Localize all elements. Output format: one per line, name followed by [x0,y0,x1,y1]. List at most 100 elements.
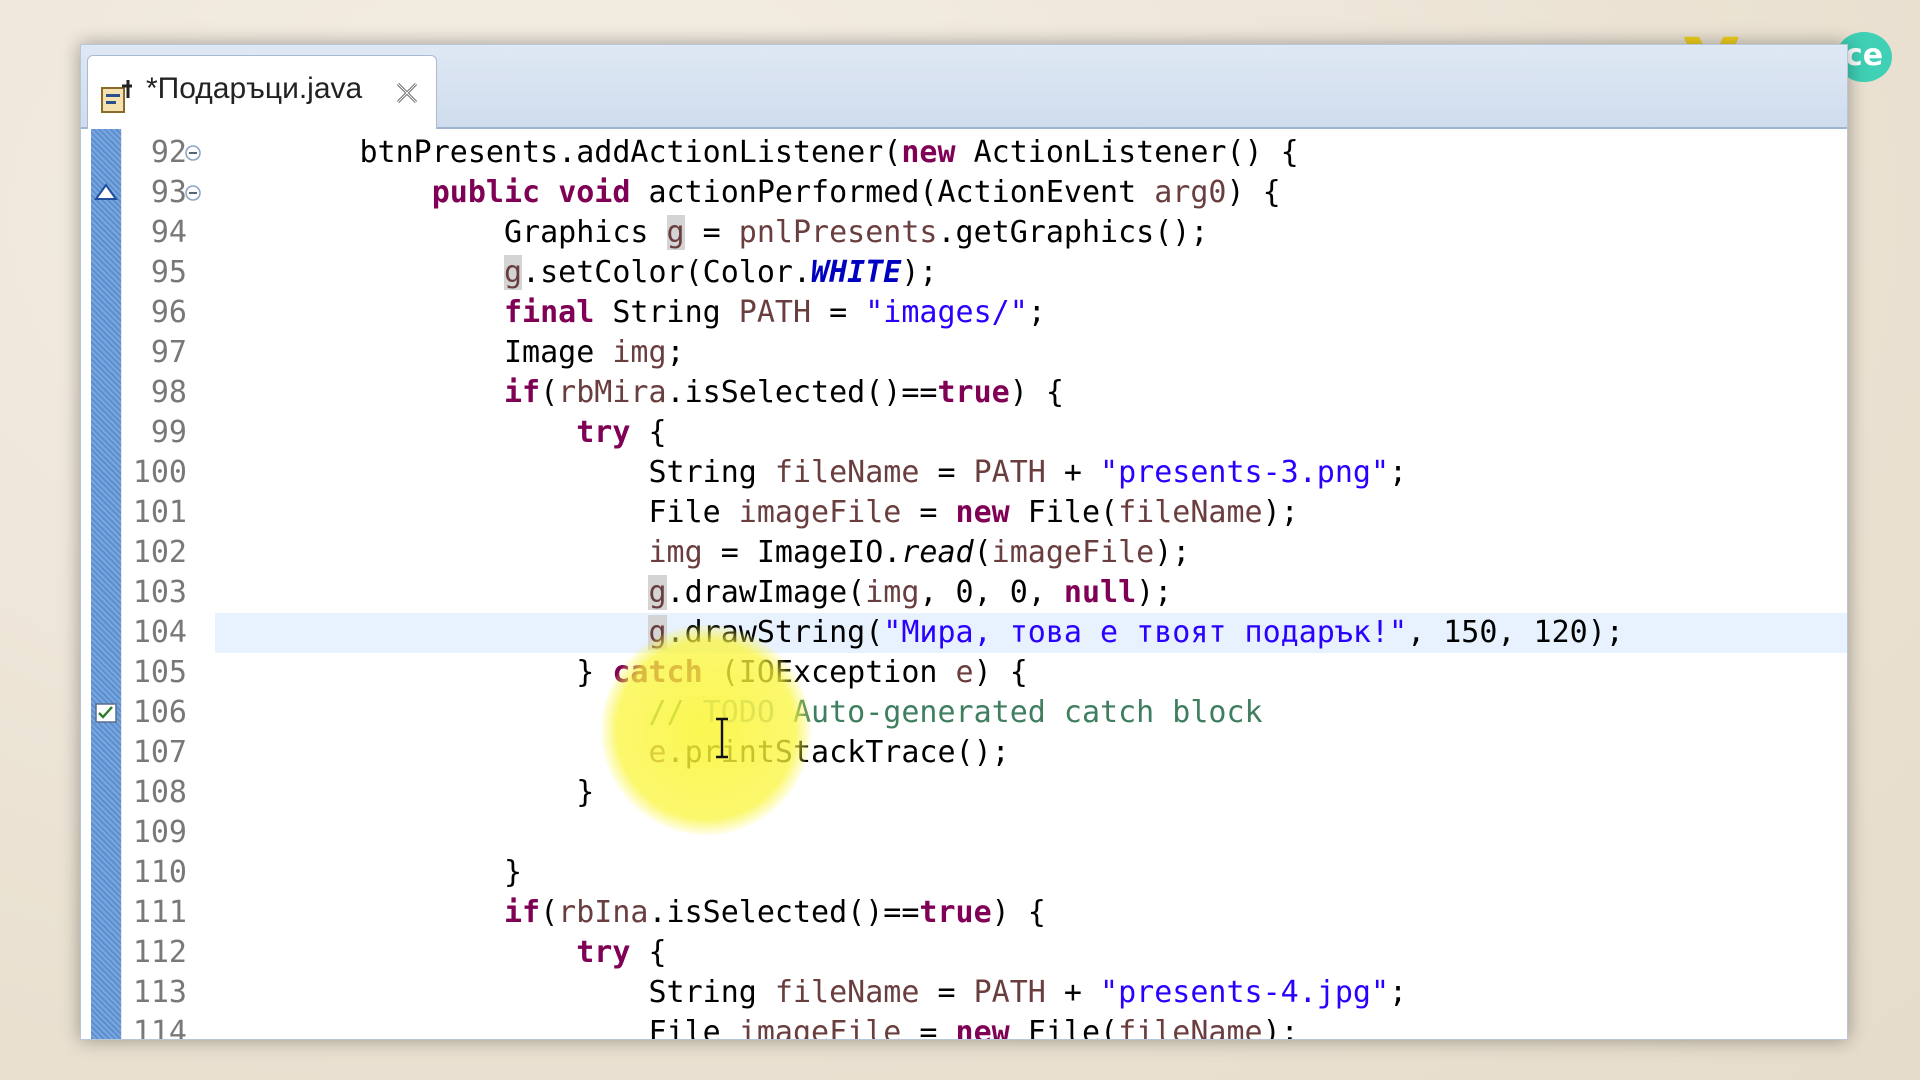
code-text[interactable]: btnPresents.addActionListener(new Action… [215,133,1299,173]
code-text[interactable]: File imageFile = new File(fileName); [215,493,1298,533]
code-token: = [811,295,866,330]
code-token: Graphics [215,215,667,250]
collapse-icon[interactable] [185,145,201,161]
code-token: PATH [738,295,812,330]
code-token: { [630,935,667,970]
code-text[interactable]: try { [215,413,666,453]
line-number: 106 [132,695,187,730]
code-token: WHITE [811,255,902,290]
code-line[interactable]: 106 // TODO Auto-generated catch block [81,693,1847,733]
code-line[interactable]: 93 public void actionPerformed(ActionEve… [81,173,1847,213]
line-number: 107 [132,735,187,770]
code-text[interactable]: String fileName = PATH + "presents-3.png… [215,453,1407,493]
code-token: , 150, 120); [1407,615,1624,650]
line-number: 112 [132,935,187,970]
code-line[interactable]: 102 img = ImageIO.read(imageFile); [81,533,1847,573]
code-text[interactable]: String fileName = PATH + "presents-4.jpg… [215,973,1407,1013]
code-text[interactable]: File imageFile = new File(fileName); [215,1013,1298,1040]
code-line[interactable]: 98 if(rbMira.isSelected()==true) { [81,373,1847,413]
code-line[interactable]: 100 String fileName = PATH + "presents-3… [81,453,1847,493]
code-line[interactable]: 103 g.drawImage(img, 0, 0, null); [81,573,1847,613]
code-token: g [648,575,667,610]
close-icon[interactable] [392,78,422,108]
code-token: fileName [1118,1015,1263,1040]
code-token: String [215,975,775,1010]
code-line[interactable]: 99 try { [81,413,1847,453]
code-text[interactable]: public void actionPerformed(ActionEvent … [215,173,1281,213]
line-number: 94 [150,215,187,250]
code-line[interactable]: 108 } [81,773,1847,813]
code-text[interactable]: final String PATH = "images/"; [215,293,1046,333]
override-icon[interactable] [93,181,119,205]
code-text[interactable]: } [215,773,594,813]
code-text[interactable]: img = ImageIO.read(imageFile); [215,533,1190,573]
code-line-current[interactable]: 104 g.drawString("Мира, това е твоят под… [81,613,1847,653]
code-token: try [576,415,631,450]
code-line[interactable]: 101 File imageFile = new File(fileName); [81,493,1847,533]
code-line[interactable]: 92 btnPresents.addActionListener(new Act… [81,133,1847,173]
code-token: rbMira [558,375,667,410]
code-text[interactable]: Image img; [215,333,685,373]
code-text[interactable]: if(rbMira.isSelected()==true) { [215,373,1064,413]
code-token: if [503,895,541,930]
text-cursor-icon [716,717,728,759]
code-line[interactable]: 109 [81,813,1847,853]
code-token: new [955,1015,1010,1040]
code-token: File [215,1015,739,1040]
code-line[interactable]: 110 } [81,853,1847,893]
code-text[interactable]: g.drawImage(img, 0, 0, null); [215,573,1172,613]
code-token: ) { [973,655,1028,690]
code-text[interactable]: g.drawString("Мира, това е твоят подарък… [215,613,1624,653]
code-text[interactable]: g.setColor(Color.WHITE); [215,253,937,293]
line-number: 98 [150,375,187,410]
code-token: ; [666,335,685,370]
code-token: new [955,495,1010,530]
code-line[interactable]: 95 g.setColor(Color.WHITE); [81,253,1847,293]
code-line[interactable]: 96 final String PATH = "images/"; [81,293,1847,333]
code-token: ) { [991,895,1046,930]
code-token: PATH [973,455,1046,490]
code-token: .drawImage( [666,575,866,610]
code-token: e [955,655,974,690]
code-line[interactable]: 114 File imageFile = new File(fileName); [81,1013,1847,1040]
line-number: 100 [132,455,187,490]
line-number: 99 [150,415,187,450]
code-token: "presents-4.jpg" [1100,975,1390,1010]
code-token: fileName [774,455,920,490]
code-token: imageFile [991,535,1155,570]
code-token: PATH [973,975,1046,1010]
code-text[interactable]: } [215,853,522,893]
collapse-icon[interactable] [185,185,201,201]
code-token: = [901,1015,956,1040]
code-line[interactable]: 113 String fileName = PATH + "presents-4… [81,973,1847,1013]
code-line[interactable]: 112 try { [81,933,1847,973]
code-line[interactable]: 111 if(rbIna.isSelected()==true) { [81,893,1847,933]
code-token: ActionListener() { [955,135,1299,170]
code-editor[interactable]: 92 btnPresents.addActionListener(new Act… [81,129,1847,1039]
code-text[interactable]: Graphics g = pnlPresents.getGraphics(); [215,213,1208,253]
editor-tab[interactable]: *Подаръци.java [87,55,437,129]
code-token: true [919,895,992,930]
task-icon[interactable] [93,701,119,725]
code-line[interactable]: 107 e.printStackTrace(); [81,733,1847,773]
code-line[interactable]: 97 Image img; [81,333,1847,373]
line-number: 104 [132,615,187,650]
code-text[interactable]: try { [215,933,667,973]
code-line[interactable]: 105 } catch (IOException e) { [81,653,1847,693]
code-token: try [576,935,631,970]
code-token: "presents-3.png" [1100,455,1390,490]
code-text[interactable]: if(rbIna.isSelected()==true) { [215,893,1046,933]
code-line[interactable]: 94 Graphics g = pnlPresents.getGraphics(… [81,213,1847,253]
code-token: ) { [1009,375,1064,410]
code-token: ; [1027,295,1046,330]
java-file-icon [101,80,132,113]
line-number: 96 [150,295,187,330]
